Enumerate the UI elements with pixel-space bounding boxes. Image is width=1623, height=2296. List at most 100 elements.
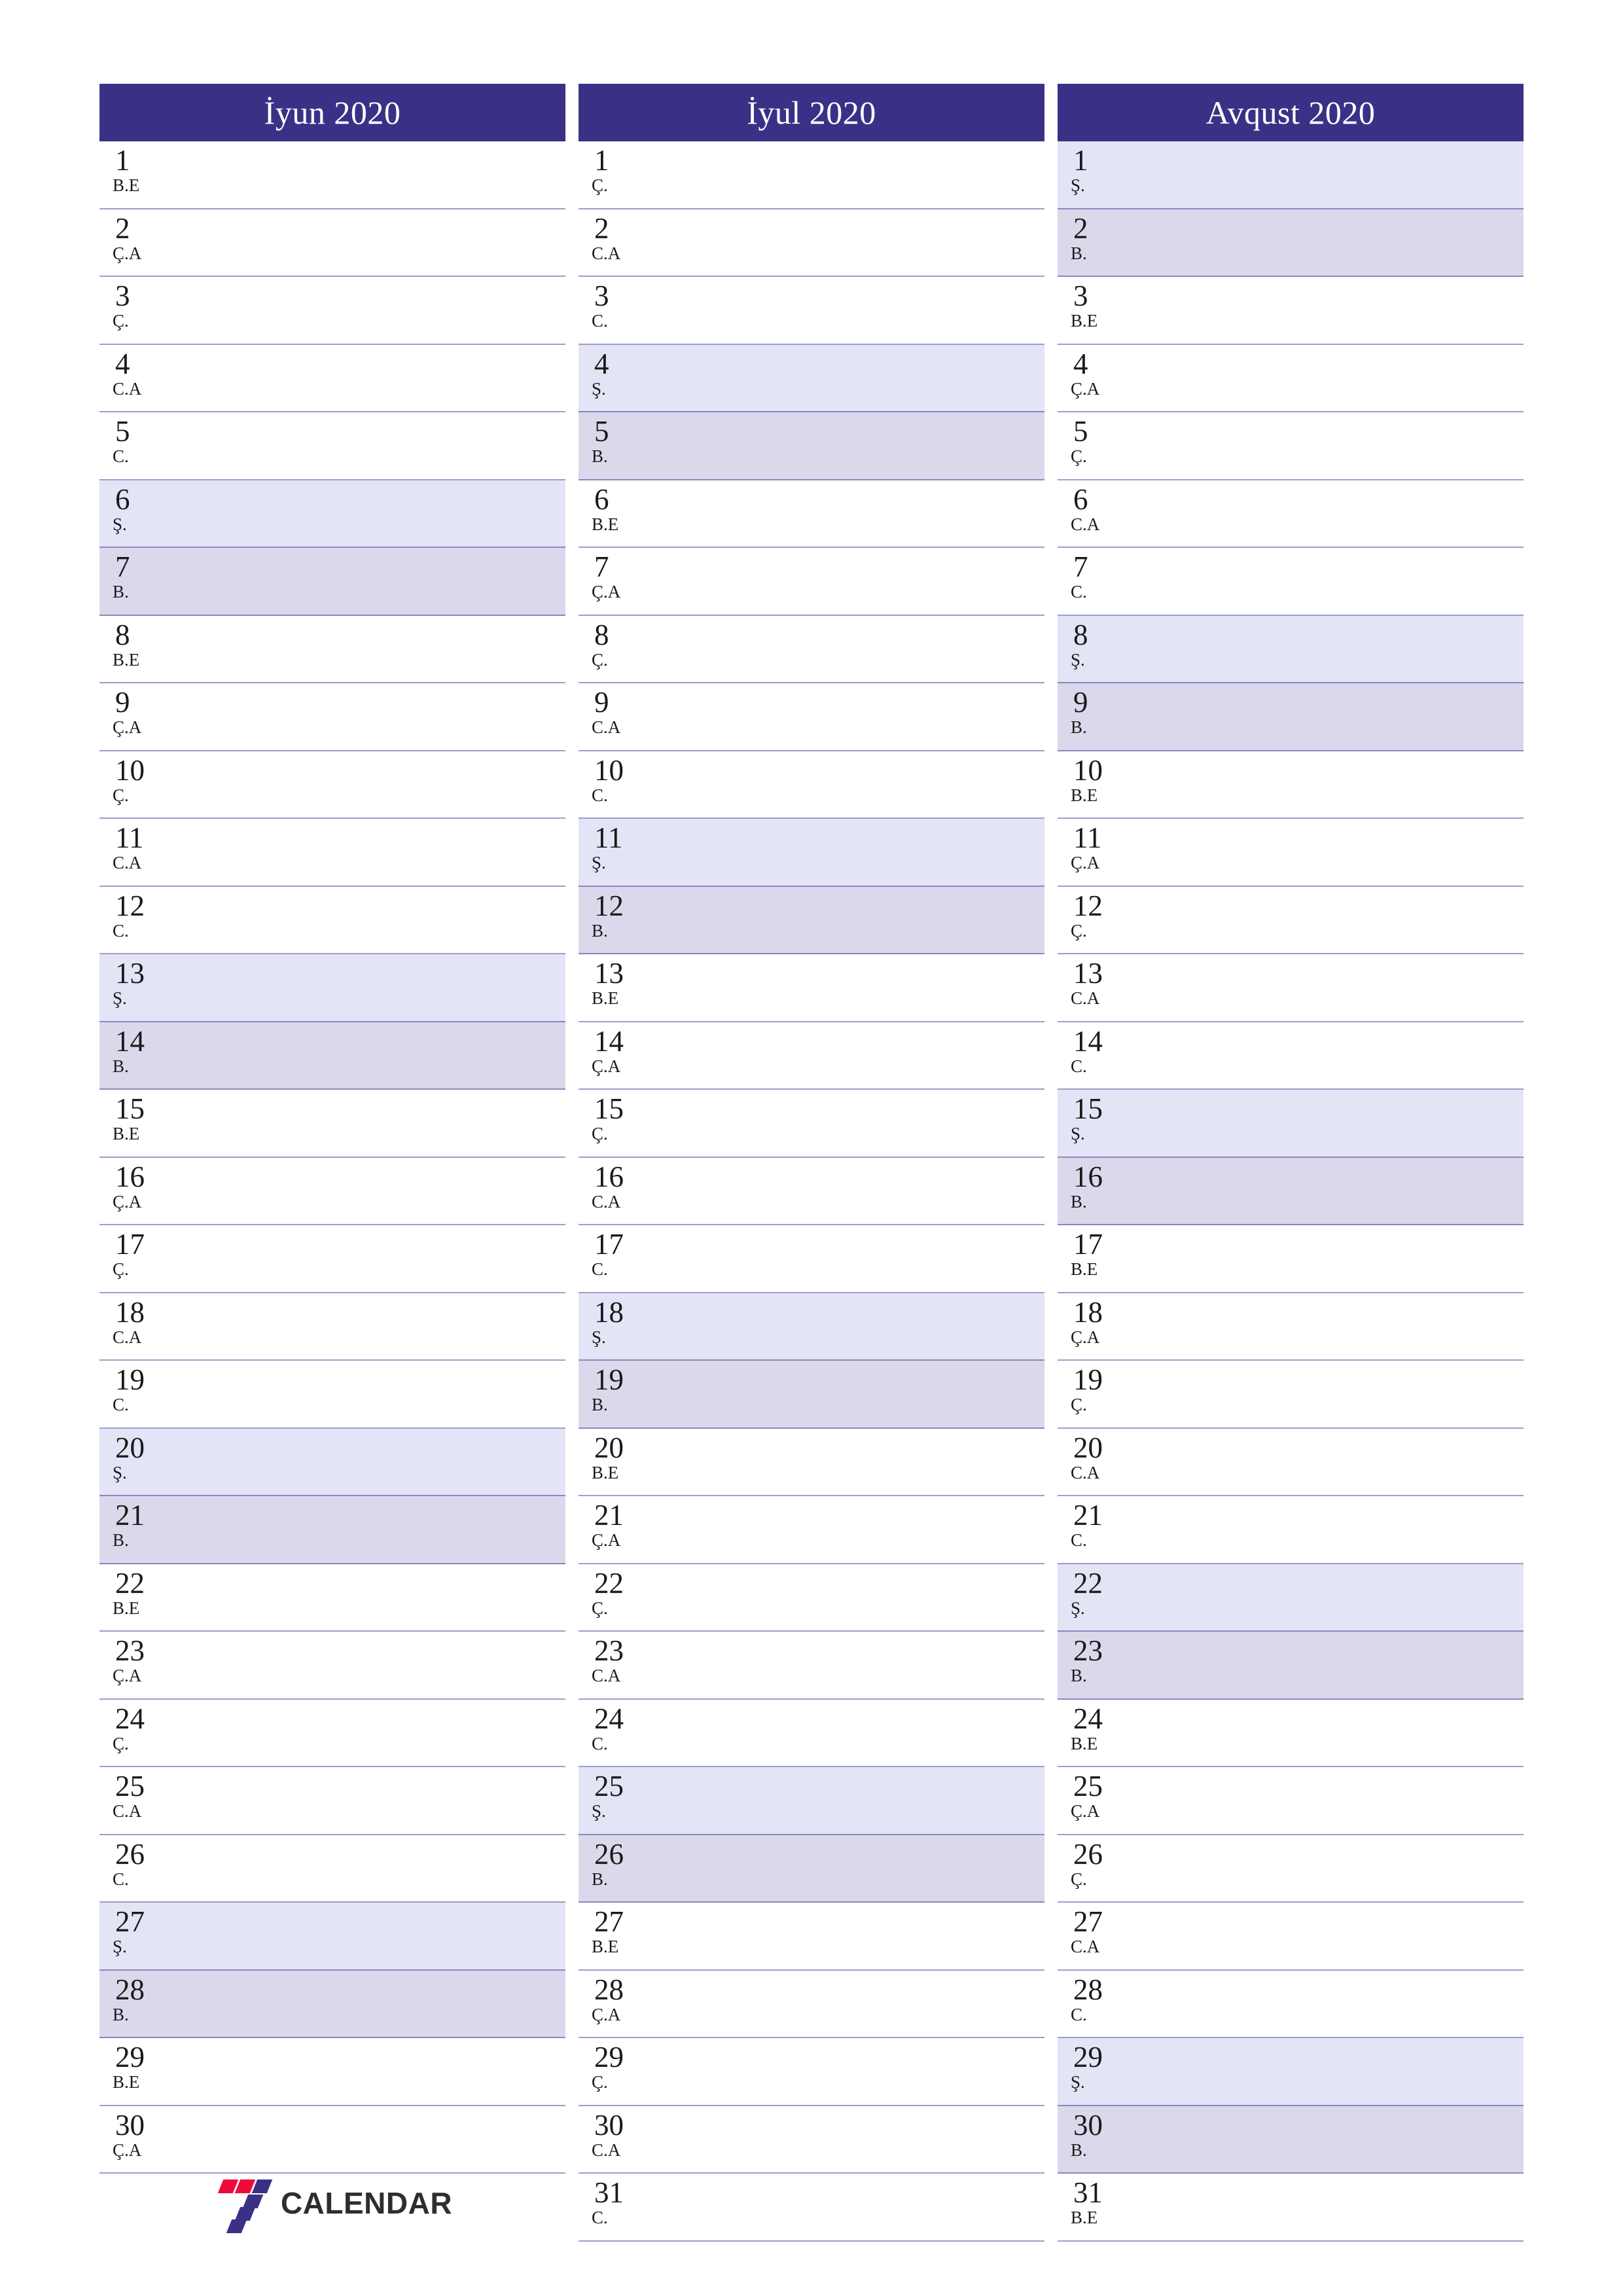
day-row[interactable]: 22 Ş.	[1058, 1564, 1524, 1632]
day-row[interactable]: 5 Ç.	[1058, 412, 1524, 480]
day-row[interactable]: 6 C.A	[1058, 480, 1524, 548]
day-row[interactable]: 20 B.E	[579, 1428, 1044, 1496]
day-row[interactable]: 23 B.	[1058, 1632, 1524, 1700]
day-number: 10	[1073, 753, 1103, 787]
day-row[interactable]: 28 C.	[1058, 1970, 1524, 2038]
day-row[interactable]: 5 B.	[579, 412, 1044, 480]
day-row[interactable]: 13 Ş.	[99, 954, 565, 1022]
day-row[interactable]: 15 Ş.	[1058, 1090, 1524, 1158]
day-row[interactable]: 25 Ç.A	[1058, 1767, 1524, 1835]
day-row[interactable]: 1 Ç.	[579, 141, 1044, 209]
day-row[interactable]: 15 B.E	[99, 1090, 565, 1158]
day-row[interactable]: 4 C.A	[99, 344, 565, 412]
day-row[interactable]: 12 C.	[99, 886, 565, 954]
day-row[interactable]: 8 Ş.	[1058, 615, 1524, 683]
day-row[interactable]: 8 B.E	[99, 615, 565, 683]
day-row[interactable]: 7 B.	[99, 548, 565, 616]
day-row[interactable]: 17 C.	[579, 1225, 1044, 1293]
day-row[interactable]: 13 C.A	[1058, 954, 1524, 1022]
day-number: 1	[594, 144, 609, 177]
day-row[interactable]: 20 Ş.	[99, 1428, 565, 1496]
day-row[interactable]: 31 B.E	[1058, 2174, 1524, 2242]
day-row[interactable]: 18 Ç.A	[1058, 1293, 1524, 1361]
day-row[interactable]: 21 Ç.A	[579, 1496, 1044, 1564]
day-row[interactable]: 23 C.A	[579, 1632, 1044, 1700]
day-row[interactable]: 27 B.E	[579, 1903, 1044, 1971]
day-row[interactable]: 2 C.A	[579, 209, 1044, 277]
day-row[interactable]: 3 Ç.	[99, 277, 565, 345]
day-row[interactable]: 22 B.E	[99, 1564, 565, 1632]
day-row[interactable]: 9 C.A	[579, 683, 1044, 751]
day-row[interactable]: 4 Ş.	[579, 344, 1044, 412]
day-row[interactable]: 17 B.E	[1058, 1225, 1524, 1293]
day-row[interactable]: 16 B.	[1058, 1157, 1524, 1225]
day-row[interactable]: 11 C.A	[99, 819, 565, 887]
day-row[interactable]: 30 B.	[1058, 2106, 1524, 2174]
day-row[interactable]: 6 Ş.	[99, 480, 565, 548]
day-row[interactable]: 5 C.	[99, 412, 565, 480]
day-row[interactable]: 19 C.	[99, 1361, 565, 1429]
day-row[interactable]: 19 B.	[579, 1361, 1044, 1429]
day-row[interactable]: 28 Ç.A	[579, 1970, 1044, 2038]
day-row[interactable]: 16 Ç.A	[99, 1157, 565, 1225]
day-row[interactable]: 11 Ş.	[579, 819, 1044, 887]
day-row[interactable]: 26 B.	[579, 1835, 1044, 1903]
day-row[interactable]: 21 B.	[99, 1496, 565, 1564]
day-row[interactable]: 10 B.E	[1058, 751, 1524, 819]
day-row[interactable]: 9 B.	[1058, 683, 1524, 751]
day-row[interactable]: 14 B.	[99, 1022, 565, 1090]
day-row[interactable]: 19 Ç.	[1058, 1361, 1524, 1429]
day-row[interactable]: 6 B.E	[579, 480, 1044, 548]
day-number: 2	[594, 211, 609, 245]
day-row[interactable]: 12 B.	[579, 886, 1044, 954]
day-row[interactable]: 24 Ç.	[99, 1699, 565, 1767]
day-row[interactable]: 27 C.A	[1058, 1903, 1524, 1971]
day-row[interactable]: 23 Ç.A	[99, 1632, 565, 1700]
day-row[interactable]: 29 Ş.	[1058, 2038, 1524, 2106]
day-row[interactable]: 25 Ş.	[579, 1767, 1044, 1835]
day-weekday-abbr: Ç.A	[1071, 1327, 1100, 1347]
day-row[interactable]: 18 Ş.	[579, 1293, 1044, 1361]
day-row[interactable]: 28 B.	[99, 1970, 565, 2038]
day-weekday-abbr: B.	[1071, 243, 1087, 263]
day-row[interactable]: 17 Ç.	[99, 1225, 565, 1293]
day-row[interactable]: 15 Ç.	[579, 1090, 1044, 1158]
day-row[interactable]: 30 C.A	[579, 2106, 1044, 2174]
day-row[interactable]: 9 Ç.A	[99, 683, 565, 751]
day-row[interactable]: 14 Ç.A	[579, 1022, 1044, 1090]
day-row[interactable]: 31 C.	[579, 2174, 1044, 2242]
day-number: 5	[1073, 415, 1088, 448]
day-row[interactable]: 2 Ç.A	[99, 209, 565, 277]
day-row[interactable]: 21 C.	[1058, 1496, 1524, 1564]
day-row[interactable]: 7 C.	[1058, 548, 1524, 616]
day-row[interactable]: 20 C.A	[1058, 1428, 1524, 1496]
day-row[interactable]: 10 C.	[579, 751, 1044, 819]
day-row[interactable]: 2 B.	[1058, 209, 1524, 277]
day-row[interactable]: 18 C.A	[99, 1293, 565, 1361]
day-weekday-abbr: B.	[592, 1395, 608, 1414]
day-row[interactable]: 12 Ç.	[1058, 886, 1524, 954]
day-row[interactable]: 22 Ç.	[579, 1564, 1044, 1632]
day-row[interactable]: 1 Ş.	[1058, 141, 1524, 209]
day-row[interactable]: 3 B.E	[1058, 277, 1524, 345]
day-row[interactable]: 14 C.	[1058, 1022, 1524, 1090]
day-row[interactable]: 24 B.E	[1058, 1699, 1524, 1767]
day-row[interactable]: 7 Ç.A	[579, 548, 1044, 616]
day-row[interactable]: 8 Ç.	[579, 615, 1044, 683]
day-row[interactable]: 10 Ç.	[99, 751, 565, 819]
day-row[interactable]: 16 C.A	[579, 1157, 1044, 1225]
day-row[interactable]: 3 C.	[579, 277, 1044, 345]
day-row[interactable]: 13 B.E	[579, 954, 1044, 1022]
day-row[interactable]: 29 B.E	[99, 2038, 565, 2106]
day-row[interactable]: 24 C.	[579, 1699, 1044, 1767]
day-row[interactable]: 4 Ç.A	[1058, 344, 1524, 412]
day-list-july: 1 Ç. 2 C.A 3 C. 4 Ş. 5 B. 6 B.E 7 Ç.A 8 Ç. 9 C.A 10 C. 11 Ş. 1…	[579, 141, 1044, 2242]
day-row[interactable]: 26 Ç.	[1058, 1835, 1524, 1903]
day-row[interactable]: 29 Ç.	[579, 2038, 1044, 2106]
day-row[interactable]: 1 B.E	[99, 141, 565, 209]
day-row[interactable]: 30 Ç.A	[99, 2106, 565, 2174]
day-row[interactable]: 26 C.	[99, 1835, 565, 1903]
day-row[interactable]: 27 Ş.	[99, 1903, 565, 1971]
day-row[interactable]: 11 Ç.A	[1058, 819, 1524, 887]
day-row[interactable]: 25 C.A	[99, 1767, 565, 1835]
